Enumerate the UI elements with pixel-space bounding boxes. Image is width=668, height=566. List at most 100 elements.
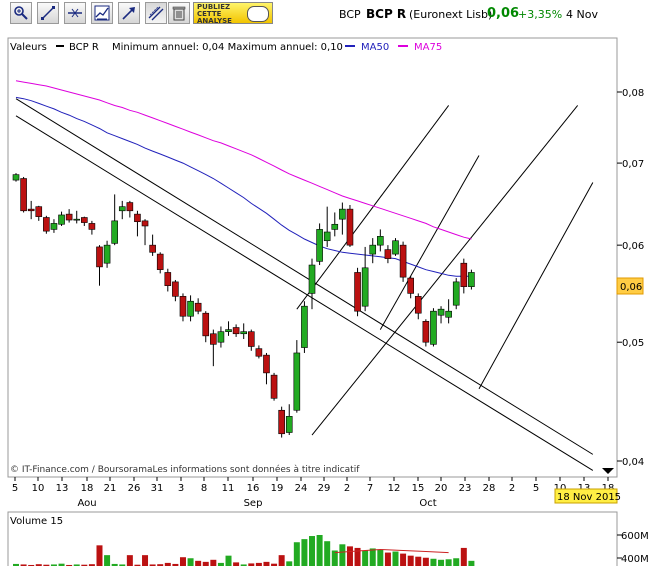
candle-body — [437, 308, 445, 316]
x-tick-label: 12 — [388, 483, 401, 494]
candle-body — [285, 416, 293, 433]
volume-bar — [195, 560, 202, 566]
volume-bar — [210, 559, 217, 566]
volume-y-tick-label: 600M — [621, 531, 649, 542]
volume-bar — [400, 553, 407, 566]
legend-range-text: Minimum annuel: 0,04 Maximum annuel: 0,1… — [112, 42, 343, 53]
candle-body — [270, 374, 278, 399]
candle-body — [331, 223, 339, 230]
candle-body — [202, 312, 210, 337]
candle-body — [58, 214, 65, 225]
legend-ma75-label: MA75 — [414, 42, 442, 53]
volume-bar — [286, 561, 293, 566]
candle-body — [50, 223, 58, 230]
candle-body — [12, 174, 20, 181]
x-tick-label: 23 — [459, 483, 472, 494]
volume-bar — [422, 557, 429, 566]
y-tick-label: 0,05 — [622, 338, 644, 349]
volume-bar — [369, 548, 376, 566]
candle-body — [194, 302, 202, 312]
volume-bar — [316, 535, 323, 566]
volume-bar — [225, 555, 232, 566]
x-tick-label: 18 — [81, 483, 94, 494]
candle-body — [301, 305, 308, 348]
volume-label: Volume 15 — [10, 516, 63, 527]
volume-bar — [384, 552, 391, 566]
candle-body — [468, 272, 475, 287]
volume-bar — [179, 557, 186, 566]
volume-bar — [104, 555, 111, 566]
candle-body — [164, 272, 172, 286]
volume-bar — [407, 555, 414, 566]
volume-y-axis: 600M 400M — [617, 531, 649, 565]
volume-bar — [445, 559, 452, 566]
volume-bar — [415, 556, 422, 566]
candle-body — [96, 246, 103, 268]
candle-body — [377, 236, 384, 246]
volume-bar — [362, 550, 369, 566]
x-tick-label: 24 — [295, 483, 308, 494]
volume-bar — [96, 545, 103, 566]
candle-body — [323, 231, 331, 242]
candle-body — [392, 240, 399, 255]
volume-bar — [202, 561, 209, 566]
candle-body — [179, 296, 187, 317]
volume-bar — [301, 539, 308, 566]
x-month-label: Sep — [244, 498, 263, 509]
candle-body — [103, 244, 111, 264]
candle-body — [141, 220, 149, 227]
candle-body — [354, 272, 361, 312]
volume-bar — [233, 562, 240, 566]
candle-body — [263, 354, 270, 374]
x-tick-label: 29 — [318, 483, 331, 494]
volume-bar — [187, 558, 194, 566]
data-credit: © IT-Finance.com / BoursoramaLes informa… — [10, 464, 360, 475]
y-tick-label: 0,06 — [622, 241, 644, 252]
candle-body — [20, 178, 27, 212]
candle-body — [27, 208, 35, 212]
y-tick-label: 0,04 — [622, 457, 644, 468]
candle-body — [81, 217, 88, 223]
volume-bar — [263, 561, 270, 566]
volume-bar — [309, 536, 316, 566]
candle-body — [73, 218, 81, 221]
volume-bar — [142, 555, 149, 566]
candle-body — [346, 208, 354, 246]
candle-body — [111, 220, 118, 244]
candle-body — [210, 333, 217, 345]
x-tick-label: 3 — [178, 483, 184, 494]
x-tick-label: 10 — [32, 483, 45, 494]
x-tick-label: 13 — [56, 483, 69, 494]
candle-body — [225, 329, 232, 332]
x-tick-label: 5 — [12, 483, 18, 494]
candle-body — [240, 331, 247, 335]
volume-bar — [453, 558, 460, 566]
x-tick-label: 2 — [509, 483, 515, 494]
candle-body — [187, 300, 194, 317]
last-price-text: 0,06 — [620, 282, 642, 293]
date-tag-text: 18 Nov 2015 — [557, 492, 621, 503]
volume-bar — [392, 551, 399, 566]
x-tick-label: 11 — [222, 483, 235, 494]
volume-bar — [324, 541, 331, 566]
candle-body — [217, 331, 225, 343]
volume-bar — [430, 558, 437, 566]
volume-bar — [278, 555, 285, 566]
x-month-label: Oct — [419, 498, 436, 509]
volume-bar — [339, 544, 346, 566]
volume-bar — [468, 560, 475, 566]
x-tick-label: 21 — [104, 483, 117, 494]
candle-body — [339, 208, 346, 220]
volume-bar — [126, 555, 133, 566]
candle-body — [361, 267, 369, 307]
x-tick-label: 2 — [344, 483, 350, 494]
candle-body — [126, 202, 134, 212]
candle-body — [399, 244, 407, 278]
candle-body — [118, 206, 126, 212]
x-tick-label: 20 — [435, 483, 448, 494]
candle-body — [255, 348, 263, 357]
candle-body — [452, 281, 460, 306]
candle-body — [414, 296, 422, 314]
candle-body — [149, 244, 156, 253]
candle-body — [88, 223, 96, 230]
